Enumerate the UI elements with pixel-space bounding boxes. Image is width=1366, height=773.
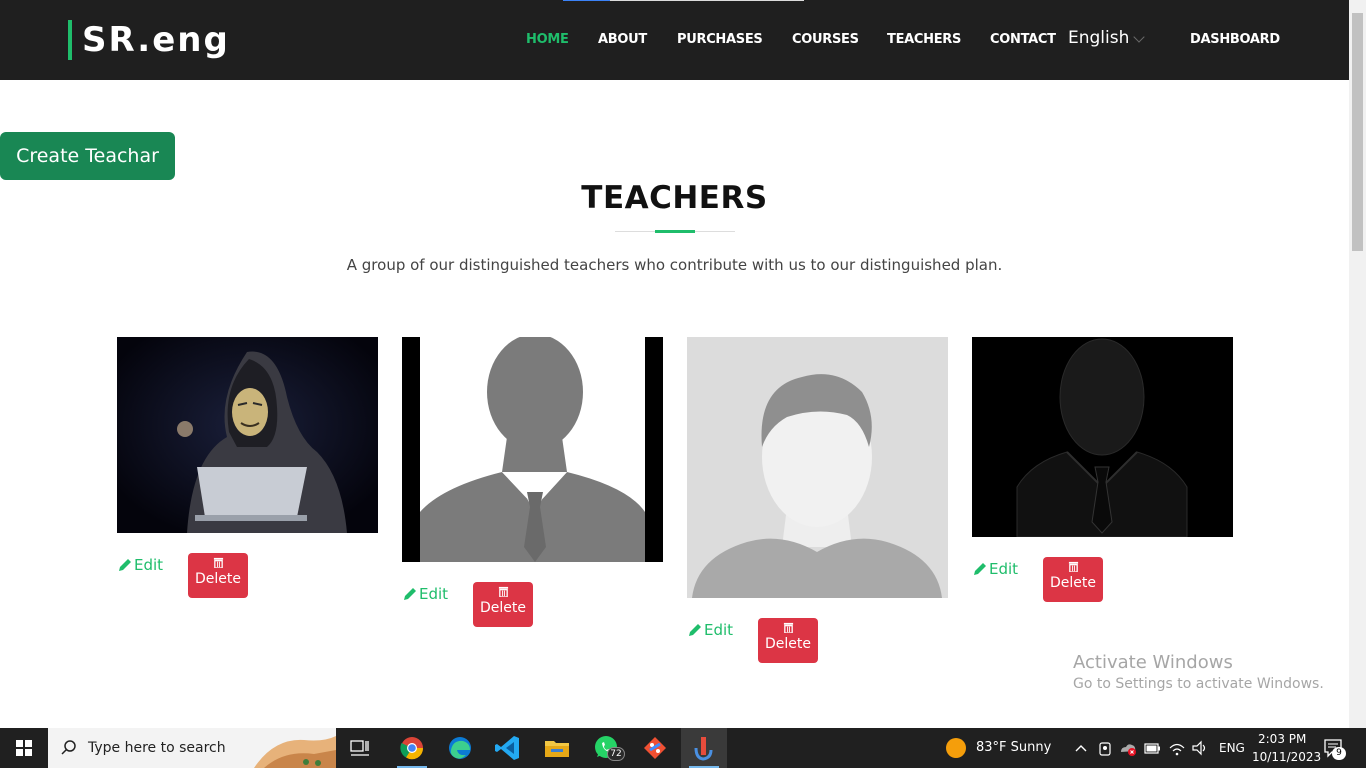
language-select[interactable]: English <box>1068 28 1129 48</box>
delete-label: Delete <box>765 636 811 652</box>
git-icon <box>644 737 666 759</box>
delete-label: Delete <box>1050 575 1096 591</box>
nav-dashboard[interactable]: DASHBOARD <box>1190 32 1280 47</box>
weather-sun-icon[interactable] <box>946 738 966 758</box>
windows-logo-icon <box>16 740 32 756</box>
taskbar-edge[interactable] <box>437 728 483 768</box>
taskbar-search[interactable]: Type here to search <box>48 728 336 768</box>
teacher-photo-2 <box>402 337 663 562</box>
page-load-progress <box>563 0 804 1</box>
avatar-placeholder-image <box>687 337 948 598</box>
activate-windows-hint: Go to Settings to activate Windows. <box>1073 676 1324 692</box>
file-explorer-icon <box>545 741 569 757</box>
delete-button-3[interactable]: Delete <box>758 618 818 663</box>
chevron-up-icon[interactable] <box>1072 738 1090 758</box>
pencil-icon <box>119 559 131 571</box>
trash-icon <box>213 557 223 568</box>
start-button[interactable] <box>0 728 48 768</box>
edit-label: Edit <box>704 621 734 639</box>
vscode-icon <box>495 736 519 760</box>
wifi-icon[interactable] <box>1168 738 1186 758</box>
taskbar-git[interactable] <box>632 728 678 768</box>
page-title: TEACHERS <box>581 180 768 216</box>
edit-label: Edit <box>134 556 164 574</box>
delete-label: Delete <box>195 571 241 587</box>
brand-logo[interactable]: SR.eng <box>68 20 230 60</box>
nav-courses[interactable]: COURSES <box>792 32 859 47</box>
top-navbar: SR.eng HOME ABOUT PURCHASES COURSES TEAC… <box>0 0 1349 80</box>
edit-link-1[interactable]: Edit <box>117 556 163 574</box>
edit-label: Edit <box>419 585 449 603</box>
clock-time[interactable]: 2:03 PM <box>1258 732 1306 746</box>
nav-about[interactable]: ABOUT <box>598 32 647 47</box>
task-view-button[interactable] <box>337 728 383 768</box>
teacher-photo-3 <box>687 337 948 598</box>
pencil-icon <box>404 588 416 600</box>
notification-badge: 72 <box>607 747 625 761</box>
taskbar-chrome[interactable] <box>389 728 435 768</box>
delete-button-1[interactable]: Delete <box>188 553 248 598</box>
taskbar-active-app[interactable] <box>681 728 727 768</box>
trash-icon <box>783 622 793 633</box>
weather-readout[interactable]: 83°F Sunny <box>976 740 1051 755</box>
create-teacher-button[interactable]: Create Teachar <box>0 132 175 180</box>
windows-taskbar: Type here to search 72 <box>0 728 1366 768</box>
search-icon <box>61 740 76 755</box>
volume-icon[interactable] <box>1191 738 1209 758</box>
search-placeholder: Type here to search <box>88 740 226 756</box>
black-silhouette-image <box>972 337 1233 537</box>
edge-icon <box>449 737 471 759</box>
clock-date[interactable]: 10/11/2023 <box>1252 750 1321 764</box>
app-icon <box>694 737 713 761</box>
chrome-icon <box>400 737 424 760</box>
delete-button-2[interactable]: Delete <box>473 582 533 627</box>
taskbar-file-explorer[interactable] <box>534 728 580 768</box>
page-subtitle: A group of our distinguished teachers wh… <box>346 256 1003 274</box>
teacher-photo-4 <box>972 337 1233 537</box>
nav-contact[interactable]: CONTACT <box>990 32 1056 47</box>
input-language[interactable]: ENG <box>1219 741 1245 755</box>
delete-button-4[interactable]: Delete <box>1043 557 1103 602</box>
taskbar-vscode[interactable] <box>486 728 532 768</box>
onedrive-error-icon[interactable] <box>1119 738 1137 758</box>
teacher-photo-1 <box>117 337 378 533</box>
battery-icon[interactable] <box>1143 738 1161 758</box>
delete-label: Delete <box>480 600 526 616</box>
pencil-icon <box>974 563 986 575</box>
page-scrollbar[interactable] <box>1349 0 1366 728</box>
scrollbar-thumb[interactable] <box>1352 13 1363 251</box>
edit-label: Edit <box>989 560 1019 578</box>
trash-icon <box>1068 561 1078 572</box>
hacker-image <box>117 337 378 533</box>
nav-purchases[interactable]: PURCHASES <box>677 32 763 47</box>
nav-teachers[interactable]: TEACHERS <box>887 32 961 47</box>
trash-icon <box>498 586 508 597</box>
notifications-button[interactable]: 9 <box>1322 736 1346 760</box>
edit-link-3[interactable]: Edit <box>687 621 733 639</box>
edit-link-2[interactable]: Edit <box>402 585 448 603</box>
grey-silhouette-image <box>402 337 663 562</box>
taskbar-whatsapp[interactable]: 72 <box>583 728 629 768</box>
meet-now-icon[interactable] <box>1096 738 1114 758</box>
search-highlight-illustration <box>254 736 336 768</box>
pencil-icon <box>689 624 701 636</box>
notification-count-badge: 9 <box>1332 747 1346 760</box>
nav-home[interactable]: HOME <box>526 32 569 47</box>
task-view-icon <box>350 740 369 756</box>
chevron-down-icon[interactable] <box>1133 31 1145 43</box>
edit-link-4[interactable]: Edit <box>972 560 1018 578</box>
title-divider-accent <box>655 230 695 233</box>
activate-windows-title: Activate Windows <box>1073 652 1233 673</box>
